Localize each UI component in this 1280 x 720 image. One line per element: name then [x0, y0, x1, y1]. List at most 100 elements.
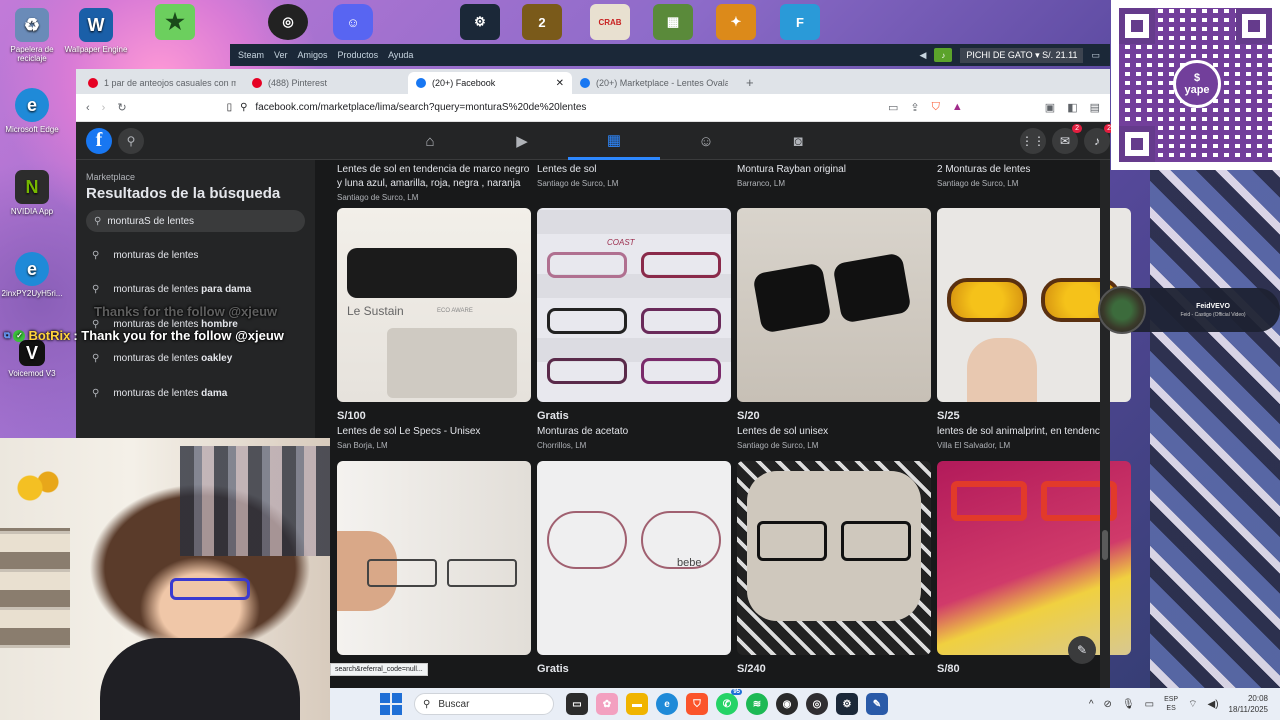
tray-expand-icon[interactable]: ^	[1089, 699, 1094, 710]
game-icon-f[interactable]: F	[780, 4, 820, 40]
new-tab-button[interactable]: +	[736, 75, 764, 94]
notification-bell-icon[interactable]: ♪	[934, 48, 953, 62]
spotify-icon[interactable]: ≋	[746, 693, 768, 715]
listing-image[interactable]	[737, 461, 931, 655]
listing-image[interactable]: Le Sustain ECO AWARE	[337, 208, 531, 402]
desktop-icon-edge-shortcut[interactable]: e 2inxPY2UyH5ri...	[0, 252, 64, 298]
clock[interactable]: 20:08 18/11/2025	[1229, 693, 1268, 715]
desktop-icon-wallpaper-engine[interactable]: W Wallpaper Engine	[64, 8, 128, 54]
close-tab-icon[interactable]: ✕	[556, 78, 564, 89]
listing-image[interactable]: bebe	[537, 461, 731, 655]
mic-icon[interactable]: 🎙	[1122, 699, 1135, 710]
discord-icon[interactable]: ☺	[333, 4, 373, 40]
star-app-icon[interactable]: ★	[155, 4, 195, 40]
listing-card[interactable]: Le Sustain ECO AWARE S/100 Lentes de sol…	[337, 208, 531, 450]
listing-card[interactable]	[337, 461, 531, 663]
listing-card[interactable]: Lentes de sol en tendencia de marco negr…	[337, 160, 531, 202]
steam-user-menu[interactable]: PICHI DE GATO ▾ S/. 21.11	[960, 47, 1084, 63]
tab-marketplace[interactable]: (20+) Marketplace - Lentes Ovalado	[572, 72, 736, 94]
notifications-icon[interactable]: ♪ 2	[1084, 124, 1114, 154]
edge-taskbar-icon[interactable]: e	[656, 693, 678, 715]
counter-strike-icon[interactable]: ✦	[716, 4, 756, 40]
suggestion-item[interactable]: ⚲ monturas de lentes	[86, 238, 305, 273]
wifi-icon[interactable]: ⌔	[1188, 698, 1197, 711]
network-off-icon[interactable]: ⊘	[1104, 699, 1112, 710]
forward-icon[interactable]: ›	[102, 102, 106, 114]
task-view-icon[interactable]: ▭	[566, 693, 588, 715]
listing-card[interactable]: S/240	[737, 461, 931, 675]
groups-icon[interactable]: ☺	[660, 122, 752, 160]
product-subtext: ECO AWARE	[437, 308, 473, 314]
whatsapp-icon[interactable]: ✆ 95	[716, 689, 742, 715]
scrollbar-thumb[interactable]	[1102, 530, 1108, 560]
video-icon[interactable]: ▶	[476, 122, 568, 160]
home-icon[interactable]: ⌂	[384, 122, 476, 160]
listing-card[interactable]: bebe Gratis	[537, 461, 731, 675]
suggestion-item[interactable]: ⚲ monturas de lentes dama	[86, 376, 305, 411]
page-scrollbar[interactable]	[1100, 160, 1110, 690]
suggestion-item[interactable]: ⚲ monturas de lentes para dama	[86, 273, 305, 308]
listing-card[interactable]: Lentes de sol Santiago de Surco, LM	[537, 160, 731, 188]
steam-taskbar-icon[interactable]: ⚙	[836, 693, 858, 715]
steam-icon[interactable]: ⚙	[460, 4, 500, 40]
steam-menu-ver[interactable]: Ver	[274, 50, 288, 60]
gaming-icon[interactable]: ◙	[752, 122, 844, 160]
app-taskbar-icon[interactable]: ✎	[866, 693, 888, 715]
address-bar[interactable]: ▯ ⚲ facebook.com/marketplace/lima/search…	[139, 98, 876, 118]
obs-taskbar-icon[interactable]: ◎	[806, 693, 828, 715]
screencast-icon[interactable]: ▭	[888, 101, 898, 114]
wallet-icon[interactable]: ▤	[1090, 101, 1100, 114]
menu-grid-icon[interactable]: ⋮⋮	[1020, 128, 1046, 154]
sidebar-icon[interactable]: ◧	[1067, 101, 1077, 114]
desktop-icon-recycle-bin[interactable]: ♻ Papelera de reciclaje	[0, 8, 64, 63]
steam-menu-ayuda[interactable]: Ayuda	[388, 50, 413, 60]
listing-image[interactable]	[337, 461, 531, 655]
listing-image[interactable]	[737, 208, 931, 402]
listing-price: Gratis	[537, 410, 569, 422]
brave-taskbar-icon[interactable]: ⛉	[686, 693, 708, 715]
desktop-icon-edge[interactable]: e Microsoft Edge	[0, 88, 64, 134]
screen-icon[interactable]: ▭	[1145, 699, 1154, 710]
reload-icon[interactable]: ↻	[117, 101, 126, 114]
search-icon[interactable]: ⚲	[118, 127, 144, 154]
desktop-icon-nvidia[interactable]: N NVIDIA App	[0, 170, 64, 216]
speaker-icon[interactable]: ◀	[919, 50, 926, 61]
marketplace-icon[interactable]: ▦	[568, 122, 660, 160]
taskbar-search[interactable]: ⚲ Buscar	[414, 693, 554, 715]
obs-icon[interactable]: ◎	[268, 4, 308, 40]
compose-icon[interactable]: ✎	[1068, 636, 1096, 664]
tab-facebook[interactable]: (20+) Facebook ✕	[408, 72, 572, 94]
steam-menu-productos[interactable]: Productos	[338, 50, 379, 60]
crab-game-icon[interactable]: CRAB	[590, 4, 630, 40]
extensions-icon[interactable]: ▣	[1045, 101, 1055, 114]
windows-start-icon[interactable]	[380, 693, 402, 715]
listing-card[interactable]: S/20 Lentes de sol unisex Santiago de Su…	[737, 208, 931, 450]
suggestion-item[interactable]: ⚲ monturas de lentes oakley	[86, 342, 305, 377]
minecraft-icon[interactable]: ▦	[653, 4, 693, 40]
listing-card[interactable]: Montura Rayban original Barranco, LM	[737, 160, 931, 188]
game-icon-1[interactable]: 2	[522, 4, 562, 40]
language-indicator[interactable]: ESP ES	[1164, 695, 1178, 713]
tab-pinterest[interactable]: (488) Pinterest	[244, 72, 408, 94]
marketplace-search-input[interactable]: ⚲ monturaS de lentes	[86, 210, 305, 232]
brave-rewards-icon[interactable]: ▲	[952, 101, 963, 114]
volume-icon[interactable]: ◀)	[1208, 699, 1219, 710]
game-app-icon[interactable]: ◉	[776, 693, 798, 715]
back-icon[interactable]: ‹	[86, 102, 90, 114]
site-info-icon[interactable]: ⚲	[240, 102, 247, 113]
messenger-icon[interactable]: ✉ 2	[1052, 124, 1082, 154]
brave-shield-icon[interactable]: ⛉	[932, 101, 940, 114]
minimize-icon[interactable]: ▭	[1091, 50, 1100, 61]
share-icon[interactable]: ⇪	[910, 101, 919, 114]
sunglasses-lens	[832, 252, 912, 324]
file-explorer-icon[interactable]: ▬	[626, 693, 648, 715]
steam-menu-amigos[interactable]: Amigos	[298, 50, 328, 60]
steam-logo[interactable]: Steam	[238, 50, 264, 60]
desktop-icon-voicemod[interactable]: V Voicemod V3	[0, 340, 64, 378]
bookmark-icon[interactable]: ▯	[227, 102, 233, 113]
facebook-logo[interactable]: f	[86, 127, 112, 154]
listing-card[interactable]: COAST Gratis Monturas de acetato Chorril…	[537, 208, 731, 450]
tab-pinterest-anteojos[interactable]: 1 par de anteojos casuales con mont	[80, 72, 244, 94]
copilot-icon[interactable]: ✿	[596, 693, 618, 715]
listing-image[interactable]: COAST	[537, 208, 731, 402]
